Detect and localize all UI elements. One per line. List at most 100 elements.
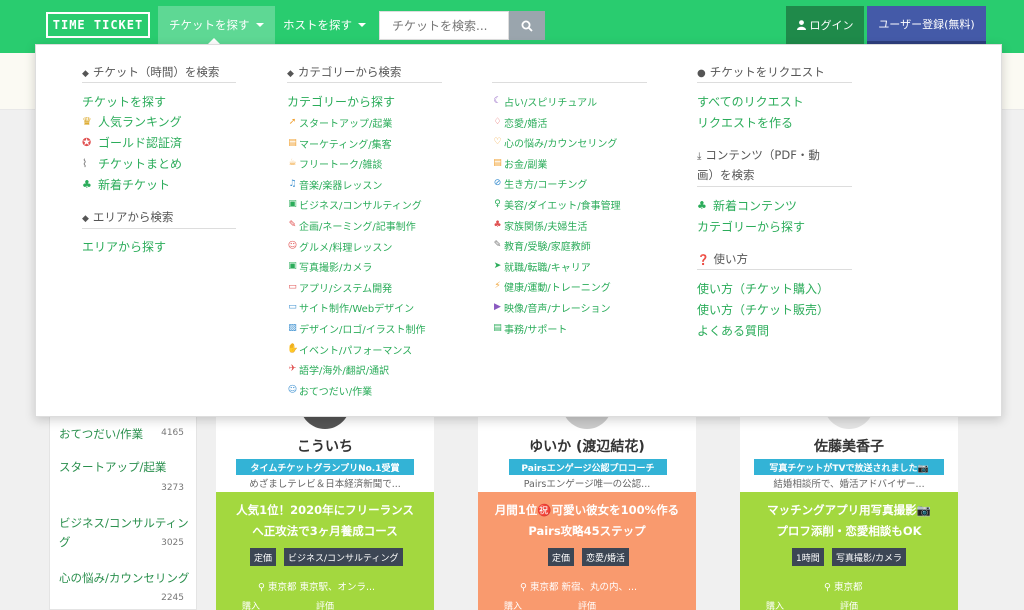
question-icon: ❓ bbox=[697, 255, 710, 266]
link-ranking[interactable]: ♛ 人気ランキング bbox=[82, 113, 182, 130]
category-link[interactable]: ➚ スタートアップ/起業 bbox=[287, 115, 393, 130]
category-link[interactable]: ▭ サイト制作/Webデザイン bbox=[287, 300, 414, 315]
category-tag[interactable]: 写真撮影/カメラ bbox=[832, 548, 907, 566]
sidebar-item-startup[interactable]: スタートアップ/起業 bbox=[59, 459, 166, 475]
link-howto-buy[interactable]: 使い方（チケット購入） bbox=[697, 280, 829, 297]
caret-down-icon bbox=[358, 23, 366, 27]
purchase-count: 購入 bbox=[504, 602, 523, 610]
search-input[interactable] bbox=[379, 11, 509, 40]
link-create-request[interactable]: リクエストを作る bbox=[697, 114, 793, 131]
ticket-title-line1: 人気1位！2020年にフリーランス bbox=[236, 503, 414, 517]
ticket-card[interactable]: ゆいか (渡辺結花) Pairsエンゲージ公認プロコーチ Pairsエンゲージ唯… bbox=[478, 395, 696, 610]
category-link[interactable]: ▨ デザイン/ロゴ/イラスト制作 bbox=[287, 321, 425, 336]
person-icon: ♀ bbox=[494, 199, 501, 209]
sidebar-count: 2245 bbox=[161, 593, 184, 603]
link-find-tickets[interactable]: チケットを探す bbox=[82, 93, 166, 110]
category-link[interactable]: ▤ お金/副業 bbox=[492, 156, 547, 171]
award-badge: 写真チケットがTVで放送されました📷 bbox=[754, 459, 944, 475]
category-link[interactable]: ♫ 音楽/楽器レッスン bbox=[287, 177, 382, 192]
category-link[interactable]: ♣ 家族関係/夫婦生活 bbox=[492, 218, 587, 233]
category-link-label: 映像/音声/ナレーション bbox=[504, 304, 611, 315]
category-link-label: 占い/スピリチュアル bbox=[504, 98, 598, 109]
register-button[interactable]: ユーザー登録(無料) bbox=[867, 6, 986, 44]
category-link[interactable]: ♢ 恋愛/婚活 bbox=[492, 115, 547, 130]
category-link[interactable]: ➤ 就職/転職/キャリア bbox=[492, 259, 591, 274]
category-link[interactable]: ▶ 映像/音声/ナレーション bbox=[492, 300, 611, 315]
sidebar-item-counseling[interactable]: 心の悩み/カウンセリング bbox=[59, 570, 189, 586]
link-ticket-collections-label: チケットまとめ bbox=[98, 157, 183, 171]
category-link[interactable]: ✈ 語学/海外/翻訳/通訳 bbox=[287, 362, 389, 377]
category-link[interactable]: ▣ 写真撮影/カメラ bbox=[287, 259, 372, 274]
file-icon: ▤ bbox=[493, 322, 502, 333]
rating: 評価 bbox=[578, 602, 597, 610]
cup-icon: ☕ bbox=[288, 158, 297, 169]
category-link-label: イベント/パフォーマンス bbox=[299, 345, 413, 357]
category-link[interactable]: ✋ イベント/パフォーマンス bbox=[287, 342, 412, 357]
link-find-by-category[interactable]: カテゴリーから探す bbox=[287, 93, 395, 110]
link-ticket-collections[interactable]: ⌇ チケットまとめ bbox=[82, 155, 182, 172]
category-link[interactable]: ☾ 占い/スピリチュアル bbox=[492, 94, 597, 109]
link-new-tickets[interactable]: ♣ 新着チケット bbox=[82, 176, 170, 193]
section-title-howto-label: 使い方 bbox=[713, 252, 748, 266]
category-link[interactable]: ♀ 美容/ダイエット/食事管理 bbox=[492, 197, 620, 212]
category-link[interactable]: ✎ 企画/ネーミング/記事制作 bbox=[287, 218, 416, 233]
link-content-by-category[interactable]: カテゴリーから探す bbox=[697, 218, 805, 235]
search-icon bbox=[521, 20, 533, 32]
link-all-requests[interactable]: すべてのリクエスト bbox=[697, 93, 804, 110]
login-label: ログイン bbox=[809, 19, 854, 32]
link-new-content[interactable]: ♣ 新着コンテンツ bbox=[697, 197, 797, 214]
logo[interactable]: TIME TICKET bbox=[46, 12, 150, 38]
category-link[interactable]: ⊘ 生き方/コーチング bbox=[492, 176, 588, 191]
link-faq[interactable]: よくある質問 bbox=[697, 322, 769, 339]
login-button[interactable]: ログイン bbox=[786, 6, 864, 44]
section-title-area-search: ◆ エリアから検索 bbox=[82, 208, 173, 228]
category-tag[interactable]: ビジネス/コンサルティング bbox=[284, 548, 403, 566]
sprout-icon: ♣ bbox=[697, 199, 707, 212]
category-link[interactable]: ⚡ 健康/運動/トレーニング bbox=[492, 279, 610, 294]
ticket-icon: ◆ bbox=[82, 214, 89, 224]
link-gold-verified[interactable]: ✪ ゴールド認証済 bbox=[82, 134, 182, 151]
category-sidebar: おてつだい/作業 4165 スタートアップ/起業 3273 ビジネス/コンサルテ… bbox=[49, 395, 197, 610]
price-tag: 定価 bbox=[548, 548, 575, 566]
location-text: 東京都 新宿、丸の内、... bbox=[529, 582, 638, 593]
purchase-count: 購入 bbox=[766, 602, 785, 610]
rating: 評価 bbox=[840, 602, 859, 610]
category-link[interactable]: ▭ アプリ/システム開発 bbox=[287, 280, 392, 295]
pin-icon: ⚲ bbox=[824, 582, 834, 593]
section-title-content-search-label: コンテンツ（PDF・動 bbox=[705, 148, 820, 162]
award-badge: タイムチケットグランプリNo.1受賞 bbox=[236, 459, 414, 475]
category-link-label: 就職/転職/キャリア bbox=[504, 262, 591, 274]
category-link[interactable]: ▤ マーケティング/集客 bbox=[287, 136, 391, 151]
category-tag[interactable]: 恋愛/婚活 bbox=[582, 548, 630, 566]
search-button[interactable] bbox=[509, 11, 545, 40]
location-text: 東京都 bbox=[833, 582, 863, 593]
pin-icon: ⚲ bbox=[258, 582, 268, 593]
comment-icon: ● bbox=[697, 68, 706, 79]
pin-icon: ⚲ bbox=[520, 582, 530, 593]
category-link[interactable]: ▤ 事務/サポート bbox=[492, 321, 567, 336]
compass-icon: ⊘ bbox=[493, 178, 502, 189]
sidebar-item-business[interactable]: ビジネス/コンサルティン bbox=[59, 515, 189, 531]
sidebar-count: 3273 bbox=[161, 483, 184, 493]
category-link[interactable]: ♡ 心の悩み/カウンセリング bbox=[492, 135, 617, 150]
ticket-banner: 月間1位㊗️可愛い彼女を100%作る Pairs攻略45ステップ 定価 恋愛/婚… bbox=[478, 492, 696, 610]
category-link[interactable]: ☺ おてつだい/作業 bbox=[287, 383, 372, 398]
sidebar-item-business-wrap[interactable]: グ bbox=[59, 534, 71, 550]
category-link[interactable]: ☺ グルメ/料理レッスン bbox=[287, 239, 393, 254]
category-link[interactable]: ✎ 教育/受験/家庭教師 bbox=[492, 238, 591, 253]
ticket-card[interactable]: こういち タイムチケットグランプリNo.1受賞 めざましテレビ＆日本経済新聞で.… bbox=[216, 395, 434, 610]
tickets-dropdown-menu: ◆ チケット（時間）を検索 チケットを探す ♛ 人気ランキング ✪ ゴールド認証済 ⌇… bbox=[35, 44, 1002, 417]
divider bbox=[492, 82, 647, 83]
link-find-by-area[interactable]: エリアから探す bbox=[82, 238, 166, 255]
link-gold-verified-label: ゴールド認証済 bbox=[98, 136, 183, 150]
section-title-ticket-search: ◆ チケット（時間）を検索 bbox=[82, 63, 219, 83]
chart-icon: ▤ bbox=[288, 137, 297, 148]
nav-find-hosts[interactable]: ホストを探す bbox=[272, 6, 377, 44]
ticket-card[interactable]: 佐藤美香子 写真チケットがTVで放送されました📷 結婚相談所で、婚活アドバイザー… bbox=[740, 395, 958, 610]
category-link[interactable]: ☕ フリートーク/雑談 bbox=[287, 156, 382, 171]
category-link[interactable]: ▣ ビジネス/コンサルティング bbox=[287, 197, 422, 212]
sidebar-item-otetsudai[interactable]: おてつだい/作業 bbox=[59, 426, 143, 442]
link-howto-sell[interactable]: 使い方（チケット販売） bbox=[697, 301, 829, 318]
divider bbox=[287, 82, 442, 83]
ticket-title-line2: へ正攻法で3ヶ月養成コース bbox=[252, 524, 398, 538]
